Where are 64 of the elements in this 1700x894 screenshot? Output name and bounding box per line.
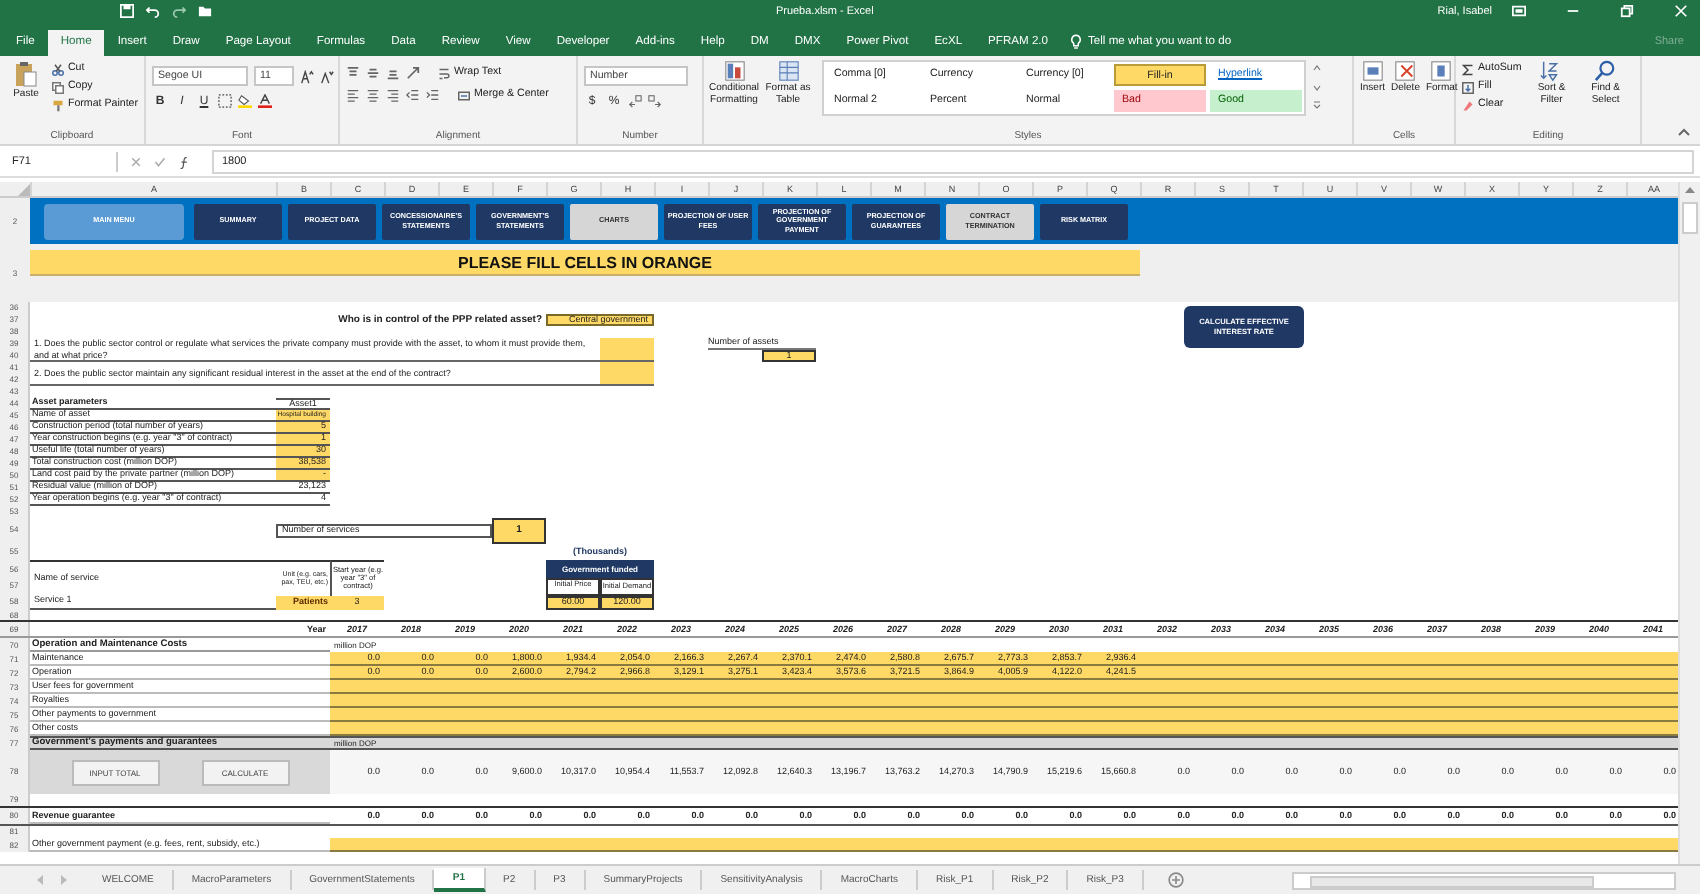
- sort-icon: [1540, 60, 1563, 82]
- answer-cell[interactable]: [600, 338, 654, 362]
- scroll-thumb[interactable]: [1310, 875, 1594, 887]
- table-cell[interactable]: [1626, 694, 1679, 709]
- table-cell[interactable]: [330, 680, 384, 695]
- table-cell[interactable]: [330, 722, 384, 737]
- table-icon: [777, 60, 799, 82]
- align-center-icon[interactable]: [366, 88, 380, 102]
- redo-icon[interactable]: [172, 4, 186, 18]
- answer-cell[interactable]: [600, 362, 654, 386]
- sigma-icon: [1462, 63, 1474, 75]
- table-cell[interactable]: [330, 708, 384, 723]
- horizontal-scrollbar[interactable]: [1292, 871, 1676, 889]
- wrap-icon: [438, 67, 450, 79]
- ribbon-display-icon[interactable]: [1512, 4, 1526, 18]
- minimize-icon[interactable]: [1566, 4, 1580, 18]
- brush-icon: [51, 99, 64, 111]
- orientation-icon[interactable]: [406, 66, 420, 80]
- align-right-icon[interactable]: [386, 88, 400, 102]
- decrease-decimal-icon[interactable]: [648, 94, 662, 108]
- table-cell[interactable]: [1626, 680, 1679, 695]
- cancel-icon[interactable]: [130, 156, 142, 168]
- align-bottom-icon[interactable]: [386, 66, 400, 80]
- add-sheet-icon[interactable]: [1167, 872, 1184, 888]
- align-top-icon[interactable]: [346, 66, 360, 80]
- align-middle-icon[interactable]: [366, 66, 380, 80]
- fill-color-icon[interactable]: [238, 94, 252, 108]
- table-cell[interactable]: [1626, 652, 1679, 667]
- table-cell[interactable]: [1626, 722, 1679, 737]
- increase-indent-icon[interactable]: [426, 88, 440, 102]
- scissors-icon: [51, 63, 64, 75]
- collapse-ribbon-icon[interactable]: [1678, 128, 1690, 136]
- table-cell[interactable]: [330, 838, 384, 853]
- styles-scroll-icon[interactable]: [1312, 62, 1322, 110]
- close-icon[interactable]: [1674, 4, 1688, 18]
- eraser-icon: [1462, 99, 1474, 111]
- grow-font-icon[interactable]: [300, 69, 314, 83]
- shrink-font-icon[interactable]: [320, 69, 334, 83]
- increase-decimal-icon[interactable]: [628, 94, 642, 108]
- folder-icon[interactable]: [198, 4, 212, 18]
- table-cell[interactable]: [1626, 666, 1679, 681]
- banner-title: PLEASE FILL CELLS IN ORANGE: [458, 253, 712, 271]
- undo-icon[interactable]: [146, 4, 160, 18]
- borders-icon[interactable]: [218, 94, 232, 108]
- copy-icon: [51, 81, 64, 93]
- next-sheet-icon[interactable]: [60, 874, 68, 886]
- function-icon[interactable]: [178, 155, 192, 169]
- font-color-icon[interactable]: [258, 94, 272, 108]
- scroll-thumb[interactable]: [1682, 202, 1698, 234]
- align-left-icon[interactable]: [346, 88, 360, 102]
- search-icon: [1594, 60, 1617, 82]
- fill-down-icon: [1462, 81, 1474, 93]
- previous-sheet-icon[interactable]: [36, 874, 44, 886]
- merge-icon: [458, 89, 470, 101]
- table-cell[interactable]: [1626, 708, 1679, 723]
- save-icon[interactable]: [120, 4, 134, 18]
- decrease-indent-icon[interactable]: [406, 88, 420, 102]
- table-cell[interactable]: [1626, 838, 1679, 853]
- table-cell[interactable]: [330, 694, 384, 709]
- lightbulb-icon: [1070, 34, 1083, 50]
- restore-icon[interactable]: [1620, 4, 1634, 18]
- scroll-up-icon[interactable]: [1684, 186, 1696, 194]
- vertical-scrollbar[interactable]: [1678, 182, 1700, 864]
- enter-icon[interactable]: [154, 156, 166, 168]
